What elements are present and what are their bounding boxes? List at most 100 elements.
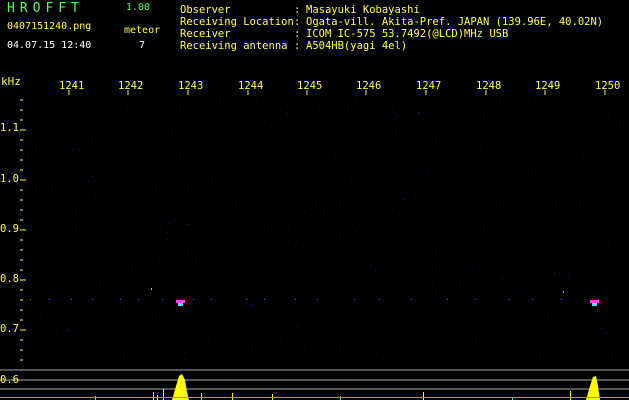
noise-dot xyxy=(480,148,481,150)
x-tick-label: 1246 xyxy=(356,80,382,92)
noise-dot xyxy=(56,330,58,332)
noise-dot xyxy=(78,264,79,265)
noise-dot xyxy=(184,351,186,353)
noise-dot xyxy=(37,226,39,228)
noise-dot xyxy=(100,312,102,314)
noise-dot xyxy=(151,131,153,133)
noise-dot xyxy=(159,229,161,231)
noise-dot xyxy=(380,130,382,132)
tone-dot xyxy=(120,299,121,300)
noise-dot xyxy=(220,99,221,101)
noise-dot xyxy=(312,175,314,177)
noise-dot xyxy=(92,320,94,322)
noise-dot xyxy=(544,203,546,205)
noise-dot xyxy=(568,278,570,280)
noise-dot xyxy=(119,92,121,94)
noise-dot xyxy=(547,314,549,316)
noise-dot xyxy=(528,170,529,172)
tone-dot xyxy=(138,299,139,300)
noise-dot xyxy=(58,188,60,189)
noise-dot xyxy=(449,274,451,275)
y-tick-label: 1.1 xyxy=(0,122,19,134)
noise-dot xyxy=(510,294,511,296)
noise-dot xyxy=(289,138,291,140)
meteor-echo xyxy=(176,300,185,303)
noise-dot xyxy=(346,106,348,108)
noise-dot xyxy=(298,342,300,344)
noise-dot xyxy=(34,133,36,135)
noise-dot xyxy=(228,154,230,156)
noise-dot xyxy=(286,115,288,117)
noise-dot xyxy=(321,281,323,283)
tone-dot xyxy=(162,299,163,300)
noise-dot xyxy=(426,134,428,136)
noise-dot xyxy=(73,174,75,176)
noise-dot xyxy=(132,174,134,176)
noise-dot xyxy=(173,220,175,221)
noise-dot xyxy=(150,198,152,200)
noise-dot xyxy=(574,186,576,188)
echo-speck xyxy=(151,288,152,290)
noise-dot xyxy=(78,149,80,151)
noise-dot xyxy=(95,306,97,308)
noise-dot xyxy=(503,128,505,130)
y-tick-label: 1.0 xyxy=(0,173,19,185)
noise-dot xyxy=(256,100,257,102)
noise-dot xyxy=(92,334,94,336)
noise-speckle xyxy=(20,92,621,363)
noise-dot xyxy=(123,358,125,360)
noise-dot xyxy=(351,181,352,183)
noise-dot xyxy=(126,105,128,107)
noise-dot xyxy=(186,223,188,225)
noise-dot xyxy=(305,236,307,238)
noise-dot xyxy=(198,361,200,363)
noise-dot xyxy=(528,349,530,351)
level-baseline xyxy=(0,397,629,398)
noise-dot xyxy=(50,187,52,188)
noise-dot xyxy=(420,226,422,228)
noise-dot xyxy=(503,205,505,206)
noise-dot xyxy=(600,230,602,232)
noise-dot xyxy=(463,135,465,137)
x-tick-label: 1245 xyxy=(297,80,323,92)
noise-dot xyxy=(62,135,64,137)
noise-dot xyxy=(458,178,460,180)
noise-dot xyxy=(100,95,102,97)
x-tick-label: 1247 xyxy=(416,80,442,92)
noise-dot xyxy=(498,98,500,100)
noise-dot xyxy=(472,264,474,266)
noise-dot xyxy=(374,270,376,272)
noise-dot xyxy=(597,179,599,181)
noise-dot xyxy=(518,206,520,207)
noise-dot xyxy=(617,96,619,98)
meteor-echo xyxy=(590,300,599,303)
noise-dot xyxy=(309,204,311,205)
noise-dot xyxy=(36,256,38,258)
noise-dot xyxy=(611,357,613,359)
noise-dot xyxy=(109,137,111,139)
noise-dot xyxy=(248,132,250,134)
noise-dot xyxy=(355,231,357,233)
noise-dot xyxy=(260,168,262,170)
noise-dot xyxy=(37,244,39,246)
noise-dot xyxy=(429,117,431,119)
noise-dot xyxy=(362,141,364,143)
noise-dot xyxy=(81,340,83,342)
noise-dot xyxy=(66,329,68,331)
noise-dot xyxy=(344,316,346,318)
noise-dot xyxy=(228,262,230,264)
noise-dot xyxy=(487,290,489,292)
noise-dot xyxy=(404,316,406,317)
noise-dot xyxy=(303,211,305,212)
noise-dot xyxy=(254,159,256,161)
noise-dot xyxy=(228,204,230,206)
noise-dot xyxy=(505,203,507,205)
meteor-echoes xyxy=(30,288,599,306)
x-tick-label: 1249 xyxy=(535,80,561,92)
noise-dot xyxy=(533,294,535,296)
noise-dot xyxy=(286,112,288,114)
spectrogram-plot xyxy=(0,90,629,400)
noise-dot xyxy=(297,353,299,355)
noise-dot xyxy=(170,222,171,224)
noise-dot xyxy=(93,211,95,213)
